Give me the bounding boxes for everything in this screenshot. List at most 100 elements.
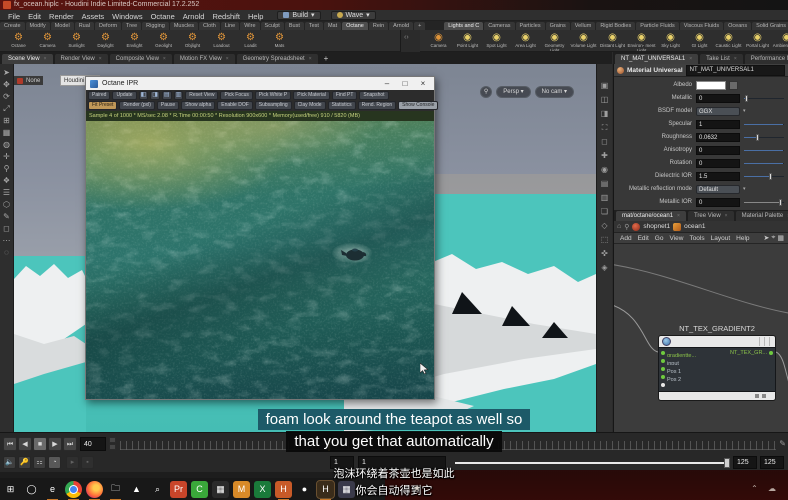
- shelf-tool[interactable]: ◉GI Light: [685, 31, 714, 48]
- shelf-tool[interactable]: ⚙Octane: [4, 31, 33, 48]
- shelfset-selector[interactable]: Wave▾: [331, 11, 376, 20]
- close-icon[interactable]: ×: [309, 56, 312, 62]
- render-image[interactable]: [86, 121, 434, 399]
- viewport-tool-icon[interactable]: ▦: [1, 127, 12, 138]
- octane-toolbar-button[interactable]: ▥: [174, 91, 184, 100]
- shelf-tab[interactable]: Deform: [95, 22, 121, 30]
- shelf-tool[interactable]: ◉Spot Light: [482, 31, 511, 48]
- viewport-tool-icon[interactable]: ✎: [1, 211, 12, 222]
- close-icon[interactable]: ×: [677, 213, 680, 219]
- octane-toolbar-button[interactable]: Rend. Region: [358, 101, 397, 110]
- shelf-tab[interactable]: Model: [51, 22, 74, 30]
- octane-toolbar-button[interactable]: Show alpha: [181, 101, 215, 110]
- node-header[interactable]: [658, 335, 776, 347]
- network-menu-item[interactable]: Go: [652, 235, 667, 242]
- shelf-tool[interactable]: ◉Sky Light: [656, 31, 685, 48]
- octane-toolbar-button[interactable]: Paired: [88, 91, 110, 100]
- shelf-tab[interactable]: Test: [305, 22, 323, 30]
- octane-toolbar-button[interactable]: Subsampling: [255, 101, 292, 110]
- breadcrumb-shopnet[interactable]: shopnet1: [643, 223, 670, 230]
- shelf-tab[interactable]: +: [414, 22, 425, 30]
- shelf-tab[interactable]: Create: [0, 22, 25, 30]
- menu-item[interactable]: Edit: [24, 12, 45, 21]
- breadcrumb-ocean[interactable]: ocean1: [684, 223, 705, 230]
- pane-tab[interactable]: Tree View×: [688, 211, 734, 221]
- close-icon[interactable]: ×: [416, 79, 430, 88]
- display-option-icon[interactable]: ▣: [599, 80, 611, 92]
- display-option-icon[interactable]: ❏: [599, 206, 611, 218]
- octane-toolbar-button[interactable]: Update: [112, 91, 136, 100]
- albedo-color-swatch[interactable]: [696, 81, 726, 90]
- shelf-tab[interactable]: Rein: [369, 22, 388, 30]
- shelf-tab[interactable]: Solid Grains: [752, 22, 788, 30]
- shelf-tab[interactable]: Modify: [26, 22, 50, 30]
- node-param-row[interactable]: [659, 381, 775, 389]
- camera-none-label[interactable]: None: [26, 78, 40, 84]
- menu-item[interactable]: Windows: [108, 12, 146, 21]
- octane-toolbar-button[interactable]: Render (pxl): [119, 101, 155, 110]
- pane-tab[interactable]: Performance Monitor×: [745, 54, 788, 64]
- rotation-field[interactable]: 0: [696, 159, 740, 168]
- octane-toolbar-button[interactable]: Clay Mode: [294, 101, 326, 110]
- input-port[interactable]: [661, 351, 665, 355]
- shelf-tool[interactable]: ⚙Sunlight: [62, 31, 91, 48]
- shelf-tab[interactable]: Cloth: [199, 22, 220, 30]
- octane-toolbar-button[interactable]: ◨: [150, 91, 160, 100]
- node-nt-tex-gradient2[interactable]: NT_TEX_GRADIENT2 gradientte...NT_TEX_GR.…: [658, 324, 776, 401]
- shelf-tool[interactable]: ◉Distant Light: [598, 31, 627, 48]
- display-option-icon[interactable]: ◻: [599, 136, 611, 148]
- network-menu-item[interactable]: Help: [733, 235, 752, 242]
- bsdf-model-dropdown[interactable]: GGX: [696, 107, 740, 116]
- shelf-tab[interactable]: Octane: [342, 22, 368, 30]
- close-icon[interactable]: ×: [163, 56, 166, 62]
- dielectric-ior-slider[interactable]: [744, 176, 784, 177]
- close-icon[interactable]: ×: [44, 56, 47, 62]
- persp-selector[interactable]: Persp ▾: [496, 86, 530, 98]
- shelf-tool[interactable]: ◉Area Light: [511, 31, 540, 48]
- octane-toolbar-button[interactable]: Show Console: [398, 101, 438, 110]
- maximize-icon[interactable]: □: [398, 79, 412, 88]
- shelf-tab[interactable]: Lights and C: [444, 22, 483, 30]
- viewport-tool-icon[interactable]: ✛: [1, 151, 12, 162]
- shelf-tab[interactable]: Grains: [546, 22, 570, 30]
- viewport-tool-icon[interactable]: ⤢: [1, 103, 12, 114]
- menu-item[interactable]: Arnold: [179, 12, 209, 21]
- shelf-tool[interactable]: ◉Ambient Light: [772, 31, 788, 48]
- shelf-tool[interactable]: ⚙Camera: [33, 31, 62, 48]
- viewport-tool-icon[interactable]: ◻: [1, 223, 12, 234]
- close-icon[interactable]: ×: [689, 56, 692, 62]
- shelf-tool[interactable]: ⚙Loadit: [236, 31, 265, 48]
- shelf-scroll-arrows[interactable]: ‹›: [404, 34, 409, 41]
- menu-item[interactable]: Render: [45, 12, 78, 21]
- shelf-tab[interactable]: Muscles: [170, 22, 198, 30]
- display-option-icon[interactable]: ⛶: [599, 122, 611, 134]
- shelf-tool[interactable]: ⚙Geolight: [149, 31, 178, 48]
- network-canvas[interactable]: NT_TEX_GRADIENT2 gradientte...NT_TEX_GR.…: [614, 244, 788, 432]
- shelf-tab[interactable]: Sculpt: [261, 22, 284, 30]
- shelf-tool[interactable]: ⚙Envlight: [120, 31, 149, 48]
- network-menu-item[interactable]: Tools: [686, 235, 707, 242]
- octane-toolbar-button[interactable]: Enable DOF: [217, 101, 253, 110]
- shelf-tab[interactable]: Rigid Bodies: [596, 22, 635, 30]
- rotation-slider[interactable]: [744, 163, 784, 164]
- shelf-tool[interactable]: ⚙Daylight: [91, 31, 120, 48]
- anisotropy-slider[interactable]: [744, 150, 784, 151]
- shelf-tool[interactable]: ◉Camera: [424, 31, 453, 48]
- node-footer[interactable]: [658, 392, 776, 401]
- octane-toolbar-button[interactable]: Pick Material: [293, 91, 330, 100]
- shelf-tab[interactable]: Tree: [122, 22, 141, 30]
- pane-tab[interactable]: mat/octane/ocean1×: [616, 211, 686, 221]
- viewport-tool-icon[interactable]: ✥: [1, 79, 12, 90]
- shelf-tab[interactable]: Cameras: [484, 22, 514, 30]
- octane-toolbar-button[interactable]: Pick Focus: [220, 91, 252, 100]
- output-port[interactable]: [769, 351, 773, 355]
- pane-tab[interactable]: Material Palette×: [736, 211, 788, 221]
- pane-tab[interactable]: Render View×: [55, 54, 108, 64]
- display-option-icon[interactable]: ◇: [599, 220, 611, 232]
- camera-selector[interactable]: No cam ▾: [535, 86, 574, 98]
- menu-item[interactable]: Redshift: [208, 12, 244, 21]
- playback-range-slider[interactable]: [455, 462, 727, 464]
- network-tool-icon[interactable]: ▦: [776, 234, 785, 242]
- close-icon[interactable]: ×: [226, 56, 229, 62]
- shelf-tool[interactable]: ◉Geometry Light: [540, 31, 569, 52]
